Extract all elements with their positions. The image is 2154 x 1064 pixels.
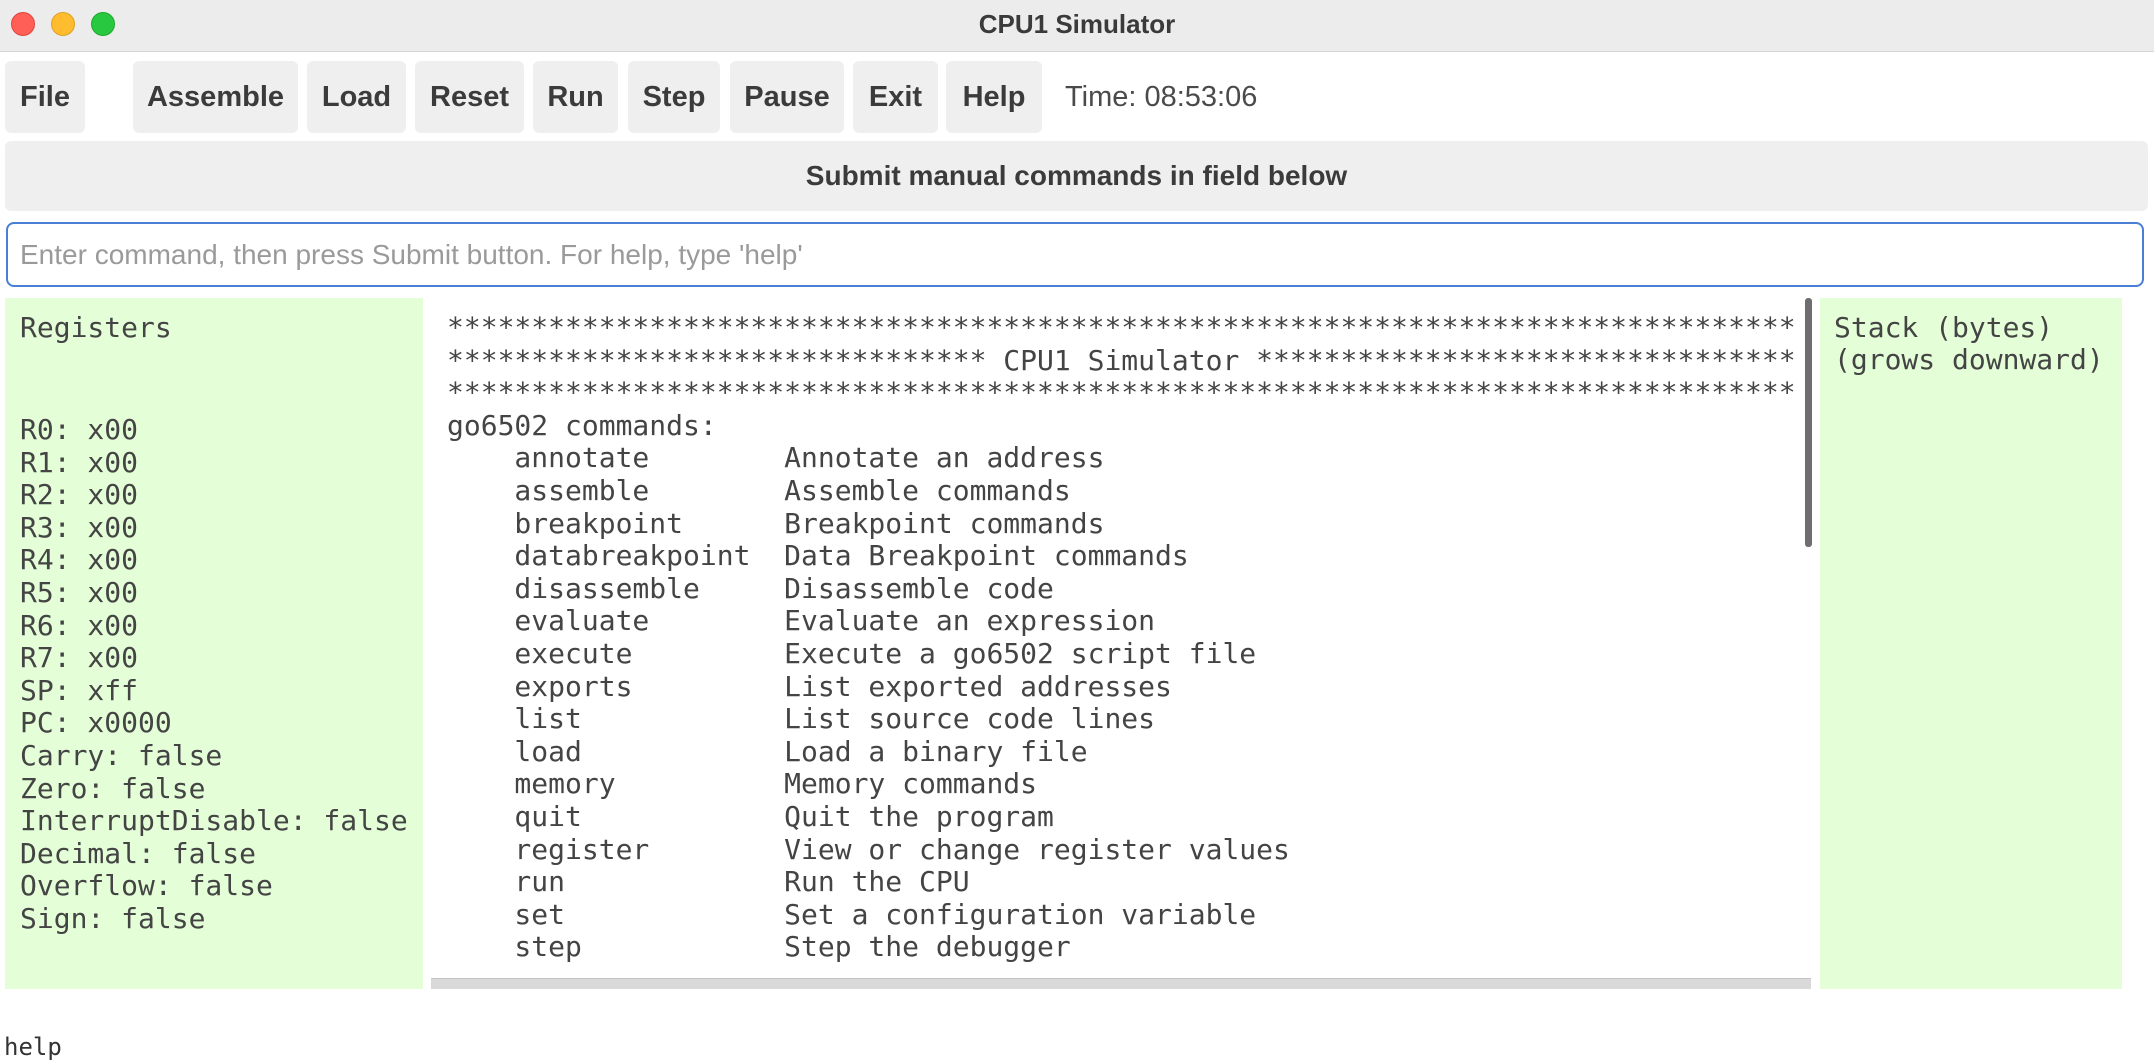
console-line: execute Execute a go6502 script file [447,636,1257,670]
console-vertical-scrollbar[interactable] [1805,298,1812,547]
register-pc: PC: x0000 [20,706,172,740]
window-title: CPU1 Simulator [978,9,1176,39]
flag-zero: Zero: false [20,771,206,805]
console-line: load Load a binary file [447,734,1088,768]
console-line: ******************************** CPU1 Si… [447,343,1796,377]
console-line: list List source code lines [447,702,1156,736]
clock-readout: Time: 08:53:06 [1065,81,1258,113]
registers-title: Registers [20,311,172,344]
app-window: CPU1 Simulator File Assemble Load Reset … [0,0,2154,1064]
load-button[interactable]: Load [307,61,406,133]
console-line: databreakpoint Data Breakpoint commands [447,539,1189,573]
register-r0: R0: x00 [20,413,139,446]
console-line: disassemble Disassemble code [447,571,1054,605]
register-r6: R6: x00 [20,608,139,642]
stack-panel: Stack (bytes) (grows downward) [1820,298,2122,989]
register-r1: R1: x00 [20,445,139,479]
toolbar: File Assemble Load Reset Run Step Pause … [0,52,2154,138]
flag-decimal: Decimal: false [20,836,257,870]
console-line: assemble Assemble commands [447,473,1071,507]
exit-button[interactable]: Exit [853,61,938,133]
stack-subtitle: (grows downward) [1834,343,2104,376]
register-r7: R7: x00 [20,641,139,675]
console-line: run Run the CPU [447,865,970,899]
console-line: register View or change register values [447,832,1290,866]
assemble-button[interactable]: Assemble [133,61,298,133]
flag-sign: Sign: false [20,901,206,935]
run-button[interactable]: Run [533,61,618,133]
register-r2: R2: x00 [20,478,139,512]
file-menu-button[interactable]: File [5,61,85,133]
register-sp: SP: xff [20,673,139,707]
console-output[interactable]: ****************************************… [431,298,1811,989]
register-list: R0: x00 R1: x00 R2: x00 R3: x00 R4: x00 … [20,413,423,936]
help-button[interactable]: Help [946,61,1042,133]
console-horizontal-scrollbar[interactable] [431,978,1811,989]
console-line: ****************************************… [447,311,1796,344]
pause-button[interactable]: Pause [730,61,844,133]
command-input[interactable] [6,222,2144,287]
reset-button[interactable]: Reset [415,61,524,133]
submit-banner[interactable]: Submit manual commands in field below [5,141,2148,211]
console-line: set Set a configuration variable [447,897,1257,931]
register-r3: R3: x00 [20,510,139,544]
flag-overflow: Overflow: false [20,869,273,903]
console-line: go6502 commands: [447,408,717,442]
title-bar: CPU1 Simulator [0,0,2154,52]
console-line: ****************************************… [447,376,1796,410]
console-line: memory Memory commands [447,767,1038,801]
console-line: annotate Annotate an address [447,441,1105,475]
console-line: exports List exported addresses [447,669,1172,703]
register-r5: R5: x00 [20,575,139,609]
step-button[interactable]: Step [628,61,720,133]
console-line: quit Quit the program [447,799,1054,833]
console-lines: ****************************************… [447,311,1796,964]
console-line: breakpoint Breakpoint commands [447,506,1105,540]
register-r4: R4: x00 [20,543,139,577]
flag-carry: Carry: false [20,738,223,772]
stack-title: Stack (bytes) [1834,311,2054,344]
flag-interrupt-disable: InterruptDisable: false [20,804,408,838]
console-line: step Step the debugger [447,930,1071,964]
console-line: evaluate Evaluate an expression [447,604,1156,638]
status-text: help [4,1033,62,1061]
registers-panel: Registers R0: x00 R1: x00 R2: x00 R3: x0… [5,298,423,989]
